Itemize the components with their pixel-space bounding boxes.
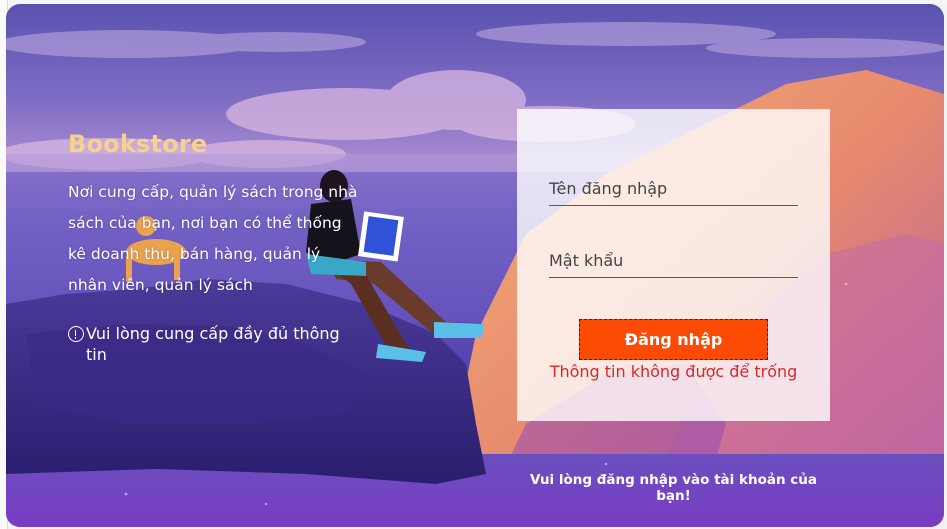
exclamation-circle-icon	[68, 326, 84, 342]
password-input[interactable]	[549, 248, 798, 278]
login-button[interactable]: Đăng nhập	[579, 319, 768, 360]
warning-message: Vui lòng cung cấp đầy đủ thông tin	[68, 323, 348, 365]
app-tagline: Nơi cung cấp, quản lý sách trong nhà sác…	[68, 183, 358, 294]
login-panel: Đăng nhập Thông tin không được để trống	[517, 109, 830, 421]
login-window: Bookstore Nơi cung cấp, quản lý sách tro…	[6, 4, 944, 527]
username-input[interactable]	[549, 176, 798, 206]
app-brand-title: Bookstore	[68, 130, 208, 158]
login-footer-hint: Vui lòng đăng nhập vào tài khoản của bạn…	[529, 472, 817, 504]
login-error-message: Thông tin không được để trống	[549, 362, 798, 381]
warning-text: Vui lòng cung cấp đầy đủ thông tin	[86, 324, 340, 364]
